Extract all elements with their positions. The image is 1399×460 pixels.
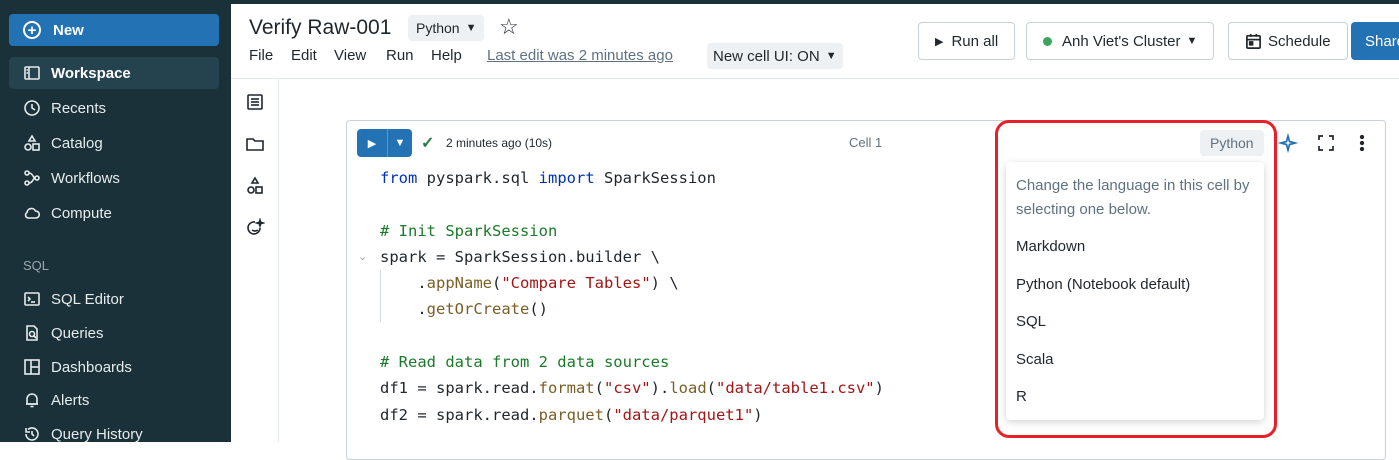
folder-icon[interactable]: [245, 134, 265, 154]
sidebar-item-recents[interactable]: Recents: [9, 92, 219, 124]
code-line-4: spark = SparkSession.builder \: [380, 247, 660, 266]
more-options-icon[interactable]: [1352, 133, 1372, 153]
sidebar-item-sql-editor[interactable]: SQL Editor: [9, 283, 219, 315]
fold-chevron-icon[interactable]: ⌄: [358, 250, 367, 263]
cluster-status-dot: [1043, 36, 1052, 46]
sidebar-item-label: Query History: [51, 425, 143, 443]
run-all-button[interactable]: ▶ Run all: [918, 22, 1016, 60]
header-divider: [231, 78, 1399, 79]
notebook-language-label: Python: [416, 20, 460, 36]
bell-icon: [23, 391, 41, 409]
expand-icon[interactable]: [1316, 133, 1336, 153]
schedule-label: Schedule: [1268, 32, 1331, 50]
code-editor[interactable]: from pyspark.sql import SparkSession # I…: [380, 165, 884, 428]
sidebar-item-workflows[interactable]: Workflows: [9, 162, 219, 194]
sidebar-item-label: Alerts: [51, 391, 90, 409]
execution-time: 2 minutes ago (10s): [446, 136, 553, 150]
run-all-label: Run all: [951, 32, 999, 50]
star-icon[interactable]: ☆: [499, 14, 519, 40]
share-button[interactable]: Share: [1351, 22, 1399, 60]
code-line-1: from pyspark.sql import SparkSession: [380, 169, 716, 187]
menu-file[interactable]: File: [249, 47, 273, 64]
code-line-10: df2 = spark.read.parquet("data/parquet1"…: [380, 405, 763, 424]
code-line-8: # Read data from 2 data sources: [380, 353, 670, 372]
code-line-5: .appName("Compare Tables") \: [380, 274, 679, 293]
sidebar-item-alerts[interactable]: Alerts: [9, 384, 219, 416]
sidebar-item-compute[interactable]: Compute: [9, 197, 219, 229]
red-highlight-box: [995, 120, 1277, 438]
code-line-6: .getOrCreate(): [380, 300, 548, 319]
new-cell-ui-toggle[interactable]: New cell UI: ON ▼: [707, 43, 843, 69]
plus-icon: +: [23, 21, 41, 39]
menu-help[interactable]: Help: [431, 47, 462, 64]
catalog-icon: [23, 134, 41, 152]
sql-section-label: SQL: [23, 258, 50, 273]
sidebar-item-dashboards[interactable]: Dashboards: [9, 351, 219, 383]
sidebar: + New Workspace Recents Catalog Workflow…: [0, 4, 231, 443]
new-cell-ui-label: New cell UI: ON: [713, 47, 820, 65]
notebook-title[interactable]: Verify Raw-001: [249, 16, 391, 40]
chevron-down-icon[interactable]: ▼: [388, 137, 412, 149]
play-icon: ▶: [935, 35, 944, 48]
new-button-label: New: [53, 21, 84, 39]
chevron-down-icon: ▼: [825, 50, 837, 62]
sidebar-item-label: Dashboards: [51, 358, 132, 376]
sidebar-item-label: Compute: [51, 204, 112, 222]
menu-view[interactable]: View: [334, 47, 366, 64]
cluster-select[interactable]: Anh Viet's Cluster ▼: [1026, 22, 1215, 60]
sidebar-item-label: Workflows: [51, 169, 120, 187]
table-of-contents-icon[interactable]: [245, 92, 265, 112]
queries-icon: [23, 324, 41, 342]
code-line-9: df1 = spark.read.format("csv").load("dat…: [380, 379, 884, 398]
chevron-down-icon: ▼: [465, 22, 477, 34]
calendar-icon: [1245, 33, 1262, 50]
code-line-3: # Init SparkSession: [380, 221, 558, 240]
sidebar-item-queries[interactable]: Queries: [9, 317, 219, 349]
workflows-icon: [23, 169, 41, 187]
menu-run[interactable]: Run: [386, 47, 414, 64]
catalog-icon[interactable]: [245, 176, 265, 196]
share-label: Share: [1365, 32, 1399, 50]
play-icon[interactable]: ▶: [357, 137, 387, 150]
success-check-icon: ✓: [421, 135, 435, 152]
schedule-button[interactable]: Schedule: [1228, 22, 1348, 60]
workspace-icon: [23, 64, 41, 82]
sidebar-item-label: SQL Editor: [51, 290, 124, 308]
notebook-language-select[interactable]: Python ▼: [408, 15, 485, 41]
sidebar-item-catalog[interactable]: Catalog: [9, 127, 219, 159]
menu-edit[interactable]: Edit: [291, 47, 317, 64]
notebook-side-toolbar: [231, 79, 279, 442]
sidebar-item-label: Recents: [51, 99, 107, 117]
clock-icon: [23, 99, 41, 117]
sidebar-item-label: Queries: [51, 324, 104, 342]
chevron-down-icon: ▼: [1186, 35, 1198, 47]
cell-title[interactable]: Cell 1: [849, 135, 882, 150]
sidebar-item-query-history[interactable]: Query History: [9, 418, 219, 450]
sparkle-icon[interactable]: [1277, 132, 1299, 154]
sidebar-item-label: Workspace: [51, 64, 131, 82]
run-cell-button[interactable]: ▶ ▼: [357, 129, 412, 157]
sidebar-item-label: Catalog: [51, 134, 103, 152]
sql-editor-icon: [23, 290, 41, 308]
new-button[interactable]: + New: [9, 14, 219, 46]
history-icon: [23, 425, 41, 443]
assistant-icon[interactable]: [245, 217, 266, 238]
cloud-icon: [23, 204, 41, 222]
dashboard-icon: [23, 358, 41, 376]
cluster-label: Anh Viet's Cluster: [1062, 32, 1181, 50]
last-edit-link[interactable]: Last edit was 2 minutes ago: [487, 47, 673, 64]
sidebar-item-workspace[interactable]: Workspace: [9, 57, 219, 89]
